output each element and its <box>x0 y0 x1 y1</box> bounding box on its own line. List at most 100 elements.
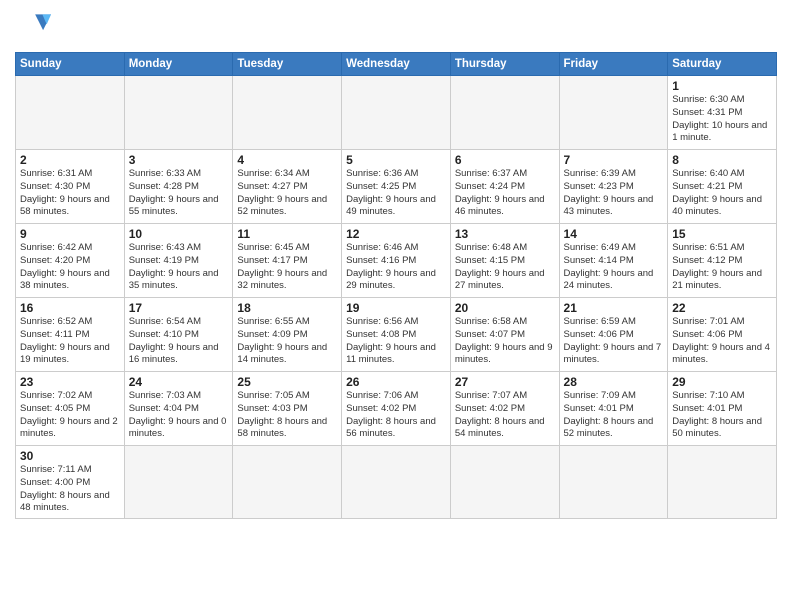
day-info: Sunrise: 6:30 AM Sunset: 4:31 PM Dayligh… <box>672 94 772 145</box>
day-info: Sunrise: 6:55 AM Sunset: 4:09 PM Dayligh… <box>237 316 337 367</box>
weekday-header-wednesday: Wednesday <box>342 53 451 76</box>
calendar-cell: 18Sunrise: 6:55 AM Sunset: 4:09 PM Dayli… <box>233 298 342 372</box>
day-number: 20 <box>455 301 555 315</box>
calendar-week-row: 1Sunrise: 6:30 AM Sunset: 4:31 PM Daylig… <box>16 76 777 150</box>
day-info: Sunrise: 6:42 AM Sunset: 4:20 PM Dayligh… <box>20 242 120 293</box>
header <box>15 10 777 46</box>
day-info: Sunrise: 6:34 AM Sunset: 4:27 PM Dayligh… <box>237 168 337 219</box>
day-info: Sunrise: 6:40 AM Sunset: 4:21 PM Dayligh… <box>672 168 772 219</box>
weekday-header-sunday: Sunday <box>16 53 125 76</box>
calendar-cell: 6Sunrise: 6:37 AM Sunset: 4:24 PM Daylig… <box>450 150 559 224</box>
day-info: Sunrise: 6:31 AM Sunset: 4:30 PM Dayligh… <box>20 168 120 219</box>
weekday-header-saturday: Saturday <box>668 53 777 76</box>
calendar-cell <box>450 446 559 519</box>
calendar-cell: 15Sunrise: 6:51 AM Sunset: 4:12 PM Dayli… <box>668 224 777 298</box>
day-number: 13 <box>455 227 555 241</box>
calendar-cell: 17Sunrise: 6:54 AM Sunset: 4:10 PM Dayli… <box>124 298 233 372</box>
calendar-cell: 11Sunrise: 6:45 AM Sunset: 4:17 PM Dayli… <box>233 224 342 298</box>
day-number: 30 <box>20 449 120 463</box>
calendar-cell: 21Sunrise: 6:59 AM Sunset: 4:06 PM Dayli… <box>559 298 668 372</box>
day-info: Sunrise: 7:10 AM Sunset: 4:01 PM Dayligh… <box>672 390 772 441</box>
day-number: 19 <box>346 301 446 315</box>
day-number: 8 <box>672 153 772 167</box>
day-info: Sunrise: 6:39 AM Sunset: 4:23 PM Dayligh… <box>564 168 664 219</box>
logo-icon <box>15 10 51 46</box>
day-info: Sunrise: 7:05 AM Sunset: 4:03 PM Dayligh… <box>237 390 337 441</box>
day-info: Sunrise: 6:37 AM Sunset: 4:24 PM Dayligh… <box>455 168 555 219</box>
calendar-week-row: 23Sunrise: 7:02 AM Sunset: 4:05 PM Dayli… <box>16 372 777 446</box>
calendar-cell: 23Sunrise: 7:02 AM Sunset: 4:05 PM Dayli… <box>16 372 125 446</box>
calendar-cell: 1Sunrise: 6:30 AM Sunset: 4:31 PM Daylig… <box>668 76 777 150</box>
calendar-cell <box>233 76 342 150</box>
day-info: Sunrise: 7:09 AM Sunset: 4:01 PM Dayligh… <box>564 390 664 441</box>
day-info: Sunrise: 6:49 AM Sunset: 4:14 PM Dayligh… <box>564 242 664 293</box>
day-info: Sunrise: 7:02 AM Sunset: 4:05 PM Dayligh… <box>20 390 120 441</box>
calendar-cell: 25Sunrise: 7:05 AM Sunset: 4:03 PM Dayli… <box>233 372 342 446</box>
day-number: 24 <box>129 375 229 389</box>
calendar-cell: 7Sunrise: 6:39 AM Sunset: 4:23 PM Daylig… <box>559 150 668 224</box>
calendar-cell: 14Sunrise: 6:49 AM Sunset: 4:14 PM Dayli… <box>559 224 668 298</box>
day-info: Sunrise: 6:51 AM Sunset: 4:12 PM Dayligh… <box>672 242 772 293</box>
day-number: 15 <box>672 227 772 241</box>
calendar-cell: 16Sunrise: 6:52 AM Sunset: 4:11 PM Dayli… <box>16 298 125 372</box>
calendar-cell <box>342 446 451 519</box>
calendar-cell: 12Sunrise: 6:46 AM Sunset: 4:16 PM Dayli… <box>342 224 451 298</box>
day-info: Sunrise: 7:03 AM Sunset: 4:04 PM Dayligh… <box>129 390 229 441</box>
day-number: 4 <box>237 153 337 167</box>
calendar-cell: 24Sunrise: 7:03 AM Sunset: 4:04 PM Dayli… <box>124 372 233 446</box>
calendar-cell: 22Sunrise: 7:01 AM Sunset: 4:06 PM Dayli… <box>668 298 777 372</box>
calendar-week-row: 2Sunrise: 6:31 AM Sunset: 4:30 PM Daylig… <box>16 150 777 224</box>
calendar-cell: 27Sunrise: 7:07 AM Sunset: 4:02 PM Dayli… <box>450 372 559 446</box>
weekday-header-row: SundayMondayTuesdayWednesdayThursdayFrid… <box>16 53 777 76</box>
calendar-cell: 13Sunrise: 6:48 AM Sunset: 4:15 PM Dayli… <box>450 224 559 298</box>
calendar-cell: 10Sunrise: 6:43 AM Sunset: 4:19 PM Dayli… <box>124 224 233 298</box>
weekday-header-friday: Friday <box>559 53 668 76</box>
day-info: Sunrise: 7:11 AM Sunset: 4:00 PM Dayligh… <box>20 464 120 515</box>
weekday-header-monday: Monday <box>124 53 233 76</box>
day-info: Sunrise: 7:01 AM Sunset: 4:06 PM Dayligh… <box>672 316 772 367</box>
day-number: 16 <box>20 301 120 315</box>
calendar-cell <box>233 446 342 519</box>
calendar-cell: 28Sunrise: 7:09 AM Sunset: 4:01 PM Dayli… <box>559 372 668 446</box>
day-number: 11 <box>237 227 337 241</box>
calendar-table: SundayMondayTuesdayWednesdayThursdayFrid… <box>15 52 777 519</box>
calendar-cell <box>124 76 233 150</box>
weekday-header-tuesday: Tuesday <box>233 53 342 76</box>
calendar-cell: 8Sunrise: 6:40 AM Sunset: 4:21 PM Daylig… <box>668 150 777 224</box>
day-info: Sunrise: 6:59 AM Sunset: 4:06 PM Dayligh… <box>564 316 664 367</box>
calendar-cell <box>668 446 777 519</box>
calendar-week-row: 9Sunrise: 6:42 AM Sunset: 4:20 PM Daylig… <box>16 224 777 298</box>
day-info: Sunrise: 7:06 AM Sunset: 4:02 PM Dayligh… <box>346 390 446 441</box>
day-number: 2 <box>20 153 120 167</box>
day-info: Sunrise: 6:36 AM Sunset: 4:25 PM Dayligh… <box>346 168 446 219</box>
day-number: 10 <box>129 227 229 241</box>
calendar-cell <box>342 76 451 150</box>
calendar-cell: 20Sunrise: 6:58 AM Sunset: 4:07 PM Dayli… <box>450 298 559 372</box>
day-info: Sunrise: 6:33 AM Sunset: 4:28 PM Dayligh… <box>129 168 229 219</box>
calendar-cell: 26Sunrise: 7:06 AM Sunset: 4:02 PM Dayli… <box>342 372 451 446</box>
weekday-header-thursday: Thursday <box>450 53 559 76</box>
day-number: 22 <box>672 301 772 315</box>
day-number: 5 <box>346 153 446 167</box>
day-info: Sunrise: 6:46 AM Sunset: 4:16 PM Dayligh… <box>346 242 446 293</box>
day-number: 25 <box>237 375 337 389</box>
calendar-week-row: 16Sunrise: 6:52 AM Sunset: 4:11 PM Dayli… <box>16 298 777 372</box>
logo <box>15 10 55 46</box>
calendar-cell: 19Sunrise: 6:56 AM Sunset: 4:08 PM Dayli… <box>342 298 451 372</box>
calendar-cell <box>16 76 125 150</box>
calendar-cell <box>450 76 559 150</box>
day-number: 3 <box>129 153 229 167</box>
page: SundayMondayTuesdayWednesdayThursdayFrid… <box>0 0 792 612</box>
day-number: 7 <box>564 153 664 167</box>
calendar-cell: 9Sunrise: 6:42 AM Sunset: 4:20 PM Daylig… <box>16 224 125 298</box>
calendar-week-row: 30Sunrise: 7:11 AM Sunset: 4:00 PM Dayli… <box>16 446 777 519</box>
day-info: Sunrise: 6:45 AM Sunset: 4:17 PM Dayligh… <box>237 242 337 293</box>
day-info: Sunrise: 6:54 AM Sunset: 4:10 PM Dayligh… <box>129 316 229 367</box>
calendar-cell: 30Sunrise: 7:11 AM Sunset: 4:00 PM Dayli… <box>16 446 125 519</box>
day-number: 27 <box>455 375 555 389</box>
day-number: 23 <box>20 375 120 389</box>
day-number: 1 <box>672 79 772 93</box>
day-info: Sunrise: 7:07 AM Sunset: 4:02 PM Dayligh… <box>455 390 555 441</box>
day-number: 29 <box>672 375 772 389</box>
calendar-cell <box>559 76 668 150</box>
